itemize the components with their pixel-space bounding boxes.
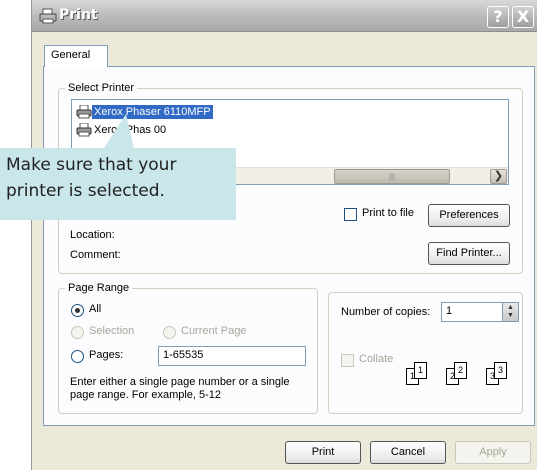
print-button[interactable]: Print	[285, 441, 361, 464]
print-to-file-label: Print to file	[362, 207, 414, 219]
close-button[interactable]: X	[512, 6, 534, 28]
print-dialog: Print ? X General Select Printer Xerox P…	[31, 0, 537, 470]
callout-line1: Make sure that your	[6, 155, 177, 175]
printer-icon	[39, 8, 57, 24]
copies-spinner-icon[interactable]: ▲ ▼	[502, 302, 519, 322]
printer-icon	[76, 105, 92, 119]
selection-radio[interactable]	[71, 326, 84, 339]
page-range-help-line1: Enter either a single page number or a s…	[70, 376, 290, 388]
collate-page-icon: 1	[414, 362, 427, 379]
print-to-file-checkbox[interactable]	[344, 208, 357, 221]
callout-line2: printer is selected.	[6, 181, 165, 201]
collate-page-icon: 3	[494, 362, 507, 379]
apply-button[interactable]: Apply	[455, 441, 531, 464]
find-printer-button[interactable]: Find Printer...	[428, 242, 510, 265]
help-button[interactable]: ?	[487, 6, 509, 28]
selection-label: Selection	[89, 325, 135, 337]
printer-icon	[76, 123, 92, 137]
pages-radio[interactable]	[71, 350, 84, 363]
pages-label: Pages:	[89, 349, 124, 361]
page-range-help-line2: page range. For example, 5-12	[70, 389, 222, 401]
title-bar[interactable]: Print ? X	[32, 0, 537, 32]
pages-input[interactable]: 1-65535	[158, 346, 306, 366]
preferences-button[interactable]: Preferences	[428, 204, 510, 227]
scrollbar-thumb[interactable]: |||	[334, 169, 450, 184]
comment-label: Comment:	[70, 249, 121, 261]
tab-general[interactable]: General	[44, 45, 108, 67]
collate-page-icon: 2	[454, 362, 467, 379]
location-label: Location:	[70, 229, 115, 241]
printer-item-phaser-6110mfp[interactable]: Xerox Phaser 6110MFP	[76, 105, 213, 121]
current-page-radio[interactable]	[163, 326, 176, 339]
collate-checkbox[interactable]	[341, 354, 354, 367]
number-of-copies-label: Number of copies:	[341, 306, 431, 318]
page-range-legend: Page Range	[68, 282, 130, 294]
all-label: All	[89, 303, 102, 315]
scroll-right-arrow-icon[interactable]: ❯	[490, 169, 507, 184]
all-radio[interactable]	[71, 304, 84, 317]
callout-pointer-icon	[104, 114, 134, 148]
copies-input[interactable]: 1	[441, 302, 503, 322]
cancel-button[interactable]: Cancel	[370, 441, 446, 464]
select-printer-legend: Select Printer	[68, 82, 135, 94]
current-page-label: Current Page	[181, 325, 247, 337]
callout-annotation: Make sure that your printer is selected.	[0, 148, 236, 220]
window-title: Print	[59, 7, 98, 23]
collate-label: Collate	[359, 353, 394, 365]
